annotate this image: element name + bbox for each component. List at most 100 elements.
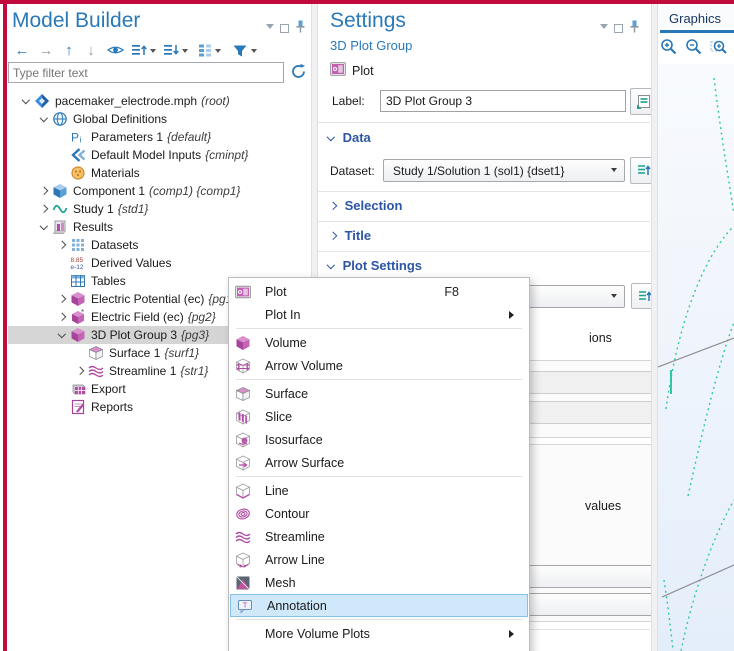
menu-item-surface[interactable]: Surface <box>229 382 529 405</box>
chevron-down-icon <box>611 168 617 175</box>
chevron-down-icon[interactable] <box>36 225 52 229</box>
surface-icon <box>235 386 252 402</box>
streamline-icon <box>235 529 252 545</box>
label-input[interactable] <box>380 90 626 112</box>
tree-item-study-1[interactable]: Study 1 {std1} <box>8 200 304 218</box>
model-root-icon <box>34 93 50 109</box>
collapse-tree-icon[interactable] <box>158 40 192 60</box>
tree-item-parameters[interactable]: Pi Parameters 1 {default} <box>8 128 304 146</box>
filter-icon[interactable] <box>226 40 262 60</box>
tree-item-default-model-inputs[interactable]: Default Model Inputs {cminpt} <box>8 146 304 164</box>
panel-divider[interactable] <box>651 4 658 651</box>
tree-item-label: Materials <box>91 166 140 180</box>
menu-item-streamline[interactable]: Streamline <box>229 525 529 548</box>
dataset-dropdown[interactable]: Study 1/Solution 1 (sol1) {dset1} <box>383 159 625 182</box>
menu-shortcut: F8 <box>444 285 521 299</box>
tree-item-materials[interactable]: Materials <box>8 164 304 182</box>
component-cube-icon <box>52 183 68 199</box>
tab-graphics[interactable]: Graphics <box>669 11 721 26</box>
pin-icon[interactable] <box>295 20 306 36</box>
dropdown-caret-icon[interactable] <box>251 49 257 56</box>
menu-item-arrow-surface[interactable]: Arrow Surface <box>229 451 529 474</box>
materials-icon <box>70 165 86 181</box>
tree-item-label: 3D Plot Group 3 <box>91 328 177 342</box>
menu-item-arrow-line[interactable]: Arrow Line <box>229 548 529 571</box>
graphics-canvas[interactable] <box>658 64 734 651</box>
panel-menu-icon[interactable] <box>600 24 608 33</box>
dropdown-caret-icon[interactable] <box>182 49 188 56</box>
move-up-icon[interactable]: ↑ <box>58 40 80 60</box>
menu-item-contour[interactable]: Contour <box>229 502 529 525</box>
filter-input[interactable] <box>8 62 284 83</box>
back-icon[interactable]: ← <box>10 40 34 60</box>
chevron-right-icon[interactable] <box>72 368 88 374</box>
float-panel-icon[interactable] <box>614 24 623 33</box>
menu-separator <box>236 379 522 380</box>
move-down-icon[interactable]: ↓ <box>80 40 102 60</box>
checkbox-label-fragment: ions <box>589 331 612 345</box>
section-plot-settings[interactable]: Plot Settings <box>328 258 422 273</box>
dropdown-caret-icon[interactable] <box>150 49 156 56</box>
plot-group-3d-icon <box>70 291 86 307</box>
zoom-in-icon[interactable] <box>660 38 678 59</box>
submenu-arrow-icon <box>509 630 518 638</box>
tree-item-component-1[interactable]: Component 1 (comp1) {comp1} <box>8 182 304 200</box>
menu-item-mesh[interactable]: Mesh <box>229 571 529 594</box>
plot-button[interactable]: Plot <box>330 62 374 79</box>
chevron-down-icon[interactable] <box>18 99 34 103</box>
tree-item-root[interactable]: pacemaker_electrode.mph (root) <box>8 92 304 110</box>
tree-item-datasets[interactable]: Datasets <box>8 236 304 254</box>
show-icon[interactable] <box>102 40 128 60</box>
chevron-right-icon <box>329 232 337 240</box>
chevron-down-icon[interactable] <box>36 117 52 121</box>
svg-text:8.85: 8.85 <box>71 257 84 264</box>
chevron-right-icon[interactable] <box>54 314 70 320</box>
panel-menu-icon[interactable] <box>266 24 274 33</box>
tree-item-derived-values[interactable]: 8.85e-12 Derived Values <box>8 254 304 272</box>
menu-item-more-volume-plots[interactable]: More Volume Plots <box>229 622 529 645</box>
section-selection[interactable]: Selection <box>330 198 402 213</box>
checkbox-label-fragment: values <box>585 499 621 513</box>
tree-item-label: Results <box>73 220 113 234</box>
expand-tree-icon[interactable] <box>128 40 158 60</box>
zoom-out-icon[interactable] <box>685 38 703 59</box>
menu-item-arrow-volume[interactable]: Arrow Volume <box>229 354 529 377</box>
chevron-down-icon[interactable] <box>54 333 70 337</box>
menu-item-line[interactable]: Line <box>229 479 529 502</box>
chevron-right-icon[interactable] <box>54 296 70 302</box>
chevron-right-icon <box>329 202 337 210</box>
float-panel-icon[interactable] <box>280 24 289 33</box>
arrow-line-icon <box>235 552 252 568</box>
svg-text:*: * <box>81 309 84 317</box>
dataset-dropdown-value: Study 1/Solution 1 (sol1) {dset1} <box>393 164 564 178</box>
comsol-window: Model Builder ← → ↑ ↓ pacemaker_electrod… <box>0 0 734 651</box>
tree-item-label: Electric Field (ec) <box>91 310 184 324</box>
menu-item-plot-in[interactable]: Plot In <box>229 303 529 326</box>
plot-icon <box>330 62 346 79</box>
node-label-icon[interactable] <box>192 40 226 60</box>
pin-icon[interactable] <box>629 20 640 36</box>
menu-item-volume[interactable]: Volume <box>229 331 529 354</box>
results-icon <box>52 219 68 235</box>
menu-item-slice[interactable]: Slice <box>229 405 529 428</box>
mesh-icon <box>235 575 252 591</box>
forward-icon[interactable]: → <box>34 40 58 60</box>
menu-item-annotation[interactable]: T Annotation <box>230 594 528 617</box>
tree-item-label: Study 1 <box>73 202 114 216</box>
refresh-icon[interactable] <box>290 63 307 83</box>
section-data[interactable]: Data <box>328 130 371 145</box>
chevron-right-icon[interactable] <box>36 206 52 212</box>
chevron-right-icon[interactable] <box>54 242 70 248</box>
slice-icon <box>235 409 252 425</box>
menu-item-isosurface[interactable]: Isosurface <box>229 428 529 451</box>
zoom-box-icon[interactable] <box>710 38 728 59</box>
tree-item-results[interactable]: Results <box>8 218 304 236</box>
tree-item-global-definitions[interactable]: Global Definitions <box>8 110 304 128</box>
plot-button-label: Plot <box>352 64 374 78</box>
menu-item-plot[interactable]: Plot F8 <box>229 280 529 303</box>
section-title[interactable]: Title <box>330 228 371 243</box>
chevron-right-icon[interactable] <box>36 188 52 194</box>
dropdown-caret-icon[interactable] <box>215 49 221 56</box>
datasets-icon <box>70 237 86 253</box>
chevron-down-icon <box>327 261 335 269</box>
